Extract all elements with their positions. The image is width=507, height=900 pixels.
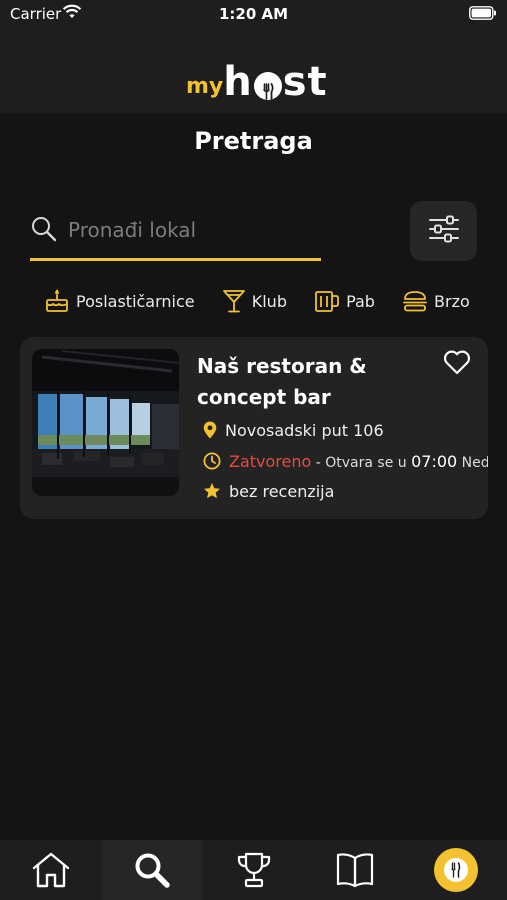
tab-profile[interactable] [406, 840, 507, 900]
myhost-logo-icon [434, 848, 479, 892]
category-label: Pab [346, 291, 375, 311]
logo-st-text: st [282, 59, 328, 105]
tab-menu[interactable] [304, 840, 405, 900]
logo-my-text: my [186, 74, 224, 99]
status-bar: Carrier 1:20 AM [0, 0, 507, 28]
category-pab[interactable]: Pab [314, 286, 375, 316]
filter-button[interactable] [410, 201, 477, 261]
category-label: Klub [251, 291, 287, 311]
category-label: Poslastičarnice [76, 291, 195, 311]
category-brzo[interactable]: Brzo [402, 286, 470, 316]
book-icon [336, 853, 374, 888]
tab-home[interactable] [0, 840, 101, 900]
category-label: Brzo [434, 291, 470, 311]
venue-address-row: Novosadski put 106 [203, 419, 384, 441]
venue-opens-text: - Otvara se u 07:00 Ned [311, 452, 488, 471]
page-title: Pretraga [194, 127, 313, 155]
venue-rating-row: bez recenzija [203, 480, 334, 502]
bottom-tab-bar [0, 840, 507, 900]
opens-label: - Otvara se u [315, 454, 407, 471]
trophy-icon [237, 852, 270, 888]
sliders-icon [428, 214, 460, 248]
venue-name[interactable]: Naš restoran & concept bar [197, 351, 427, 413]
tab-search[interactable] [101, 840, 203, 900]
cocktail-icon [222, 290, 245, 313]
search-field[interactable] [30, 205, 321, 261]
result-card[interactable]: Naš restoran & concept bar Novosadski pu… [20, 337, 488, 519]
logo-host-text: h st [223, 62, 327, 102]
category-klub[interactable]: Klub [222, 286, 287, 316]
tab-rewards[interactable] [203, 840, 304, 900]
fork-knife-icon [253, 72, 282, 100]
home-icon [32, 852, 69, 888]
venue-status: Zatvoreno [229, 451, 312, 471]
opens-time: 07:00 [411, 451, 458, 471]
venue-address: Novosadski put 106 [225, 420, 384, 440]
venue-hours-row: Zatvoreno - Otvara se u 07:00 Ned [203, 450, 488, 472]
cake-icon [46, 289, 68, 312]
category-list: Poslastičarnice Klub Pab Brzo [44, 286, 479, 316]
battery-icon [469, 6, 497, 24]
clock-icon [203, 452, 221, 470]
heart-icon [443, 350, 471, 375]
favorite-button[interactable] [443, 349, 471, 379]
myhost-logo: my h st [186, 52, 328, 102]
status-time: 1:20 AM [218, 5, 289, 23]
beer-mug-icon [315, 291, 339, 312]
venue-photo [32, 349, 179, 496]
search-icon [135, 853, 170, 888]
star-icon [204, 483, 220, 499]
logo-h-text: h [223, 59, 253, 105]
location-pin-icon [203, 421, 217, 439]
search-input[interactable] [68, 215, 318, 245]
burger-icon [403, 291, 427, 312]
opens-day: Ned [461, 454, 488, 471]
category-poslasticarnice[interactable]: Poslastičarnice [44, 286, 195, 316]
venue-rating: bez recenzija [229, 481, 335, 501]
search-icon [30, 215, 58, 247]
